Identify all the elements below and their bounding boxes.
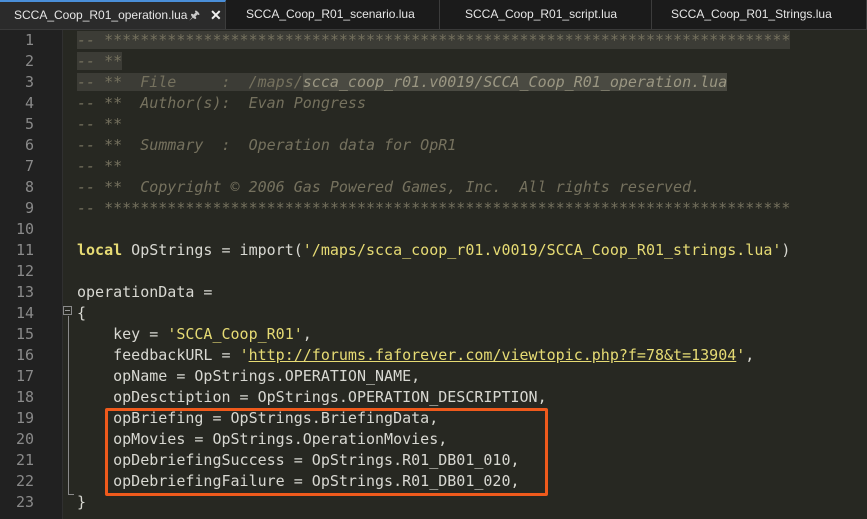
tab-label: SCCA_Coop_R01_scenario.lua — [246, 7, 415, 21]
fold-guide-end — [68, 494, 74, 495]
tab-label: SCCA_Coop_R01_operation.lua — [14, 8, 188, 22]
highlight-annotation-box — [105, 408, 548, 496]
tab-bar: SCCA_Coop_R01_operation.lua 🖈 ✕ SCCA_Coo… — [0, 0, 867, 30]
code-line-16: feedbackURL = 'http://forums.faforever.c… — [77, 345, 754, 366]
code-text: opName = OpStrings.OPERATION_NAME, — [77, 367, 421, 385]
comment: -- *************************************… — [77, 31, 791, 49]
line-number: 14 — [15, 304, 34, 322]
tab-label: SCCA_Coop_R01_script.lua — [465, 7, 618, 21]
line-number: 17 — [15, 367, 34, 385]
code-text: ) — [781, 241, 791, 259]
line-number: 12 — [15, 262, 34, 280]
code-line-9: -- *************************************… — [77, 198, 790, 219]
comment: -- ** Summary : Operation data for OpR1 — [77, 136, 457, 154]
tab-operation-lua[interactable]: SCCA_Coop_R01_operation.lua 🖈 ✕ — [0, 0, 226, 29]
fold-margin — [62, 30, 77, 519]
code-line-4: -- ** Author(s): Evan Pongress — [77, 93, 366, 114]
line-number: 15 — [15, 325, 34, 343]
line-number: 13 — [15, 283, 34, 301]
line-number: 8 — [24, 178, 34, 196]
line-number: 10 — [15, 220, 34, 238]
code-line-3: -- ** File : /maps/scca_coop_r01.v0019/S… — [77, 72, 728, 93]
line-number: 9 — [24, 199, 34, 217]
code-text: , — [302, 325, 312, 343]
code-text: key = — [77, 325, 168, 343]
line-number: 3 — [24, 73, 34, 91]
code-line-6: -- ** Summary : Operation data for OpR1 — [77, 135, 456, 156]
fold-guide-line — [68, 316, 69, 494]
comment: -- ** Author(s): Evan Pongress — [77, 94, 366, 112]
code-text: operationData = — [77, 283, 213, 301]
code-text: opDesctiption = OpStrings.OPERATION_DESC… — [77, 388, 547, 406]
comment: -- ** Copyright © 2006 Gas Powered Games… — [77, 178, 701, 196]
fold-toggle-icon[interactable] — [63, 306, 72, 315]
comment: -- ** — [77, 157, 123, 175]
string-literal: 'SCCA_Coop_R01' — [167, 325, 303, 343]
comment-selected-path: scca_coop_r01.v0019/SCCA_Coop_R01_operat… — [302, 73, 728, 91]
line-number: 4 — [24, 94, 34, 112]
line-number: 21 — [15, 451, 34, 469]
line-number: 22 — [15, 472, 34, 490]
code-text: feedbackURL = — [77, 346, 240, 364]
code-line-5: -- ** — [77, 114, 122, 135]
line-number: 6 — [24, 136, 34, 154]
pin-icon[interactable]: 🖈 — [189, 2, 200, 29]
tab-script-lua[interactable]: SCCA_Coop_R01_script.lua — [440, 0, 652, 29]
line-number: 5 — [24, 115, 34, 133]
line-number: 20 — [15, 430, 34, 448]
code-line-1: -- *************************************… — [77, 30, 791, 51]
tab-scenario-lua[interactable]: SCCA_Coop_R01_scenario.lua — [226, 0, 440, 29]
code-line-18: opDesctiption = OpStrings.OPERATION_DESC… — [77, 387, 547, 408]
comment: -- ** File : /maps/ — [77, 73, 303, 91]
line-number-gutter: 1 2 3 4 5 6 7 8 9 10 11 12 13 14 15 16 1… — [0, 30, 62, 519]
code-text: , — [745, 346, 755, 364]
line-number: 11 — [15, 241, 34, 259]
line-number: 1 — [24, 31, 34, 49]
comment: -- ** — [77, 52, 123, 70]
code-line-23: } — [77, 492, 86, 513]
code-text: OpStrings = import( — [122, 241, 303, 259]
code-text: } — [77, 493, 87, 511]
line-number: 2 — [24, 52, 34, 70]
code-line-11: local OpStrings = import('/maps/scca_coo… — [77, 240, 790, 261]
feedback-url-link[interactable]: http://forums.faforever.com/viewtopic.ph… — [249, 346, 737, 364]
code-text: { — [77, 304, 87, 322]
line-number: 23 — [15, 493, 34, 511]
string-quote: ' — [239, 346, 249, 364]
code-line-7: -- ** — [77, 156, 122, 177]
code-line-2: -- ** — [77, 51, 123, 72]
code-line-8: -- ** Copyright © 2006 Gas Powered Games… — [77, 177, 700, 198]
string-quote: ' — [736, 346, 746, 364]
code-line-13: operationData = — [77, 282, 212, 303]
close-icon[interactable]: ✕ — [210, 2, 222, 29]
comment: -- *************************************… — [77, 199, 791, 217]
code-line-14: { — [77, 303, 86, 324]
code-line-17: opName = OpStrings.OPERATION_NAME, — [77, 366, 420, 387]
string-literal: '/maps/scca_coop_r01.v0019/SCCA_Coop_R01… — [302, 241, 782, 259]
comment: -- ** — [77, 115, 123, 133]
tab-label: SCCA_Coop_R01_Strings.lua — [671, 7, 832, 21]
code-line-15: key = 'SCCA_Coop_R01', — [77, 324, 312, 345]
keyword-local: local — [77, 241, 123, 259]
tab-strings-lua[interactable]: SCCA_Coop_R01_Strings.lua — [652, 0, 867, 29]
line-number: 19 — [15, 409, 34, 427]
line-number: 7 — [24, 157, 34, 175]
line-number: 16 — [15, 346, 34, 364]
line-number: 18 — [15, 388, 34, 406]
